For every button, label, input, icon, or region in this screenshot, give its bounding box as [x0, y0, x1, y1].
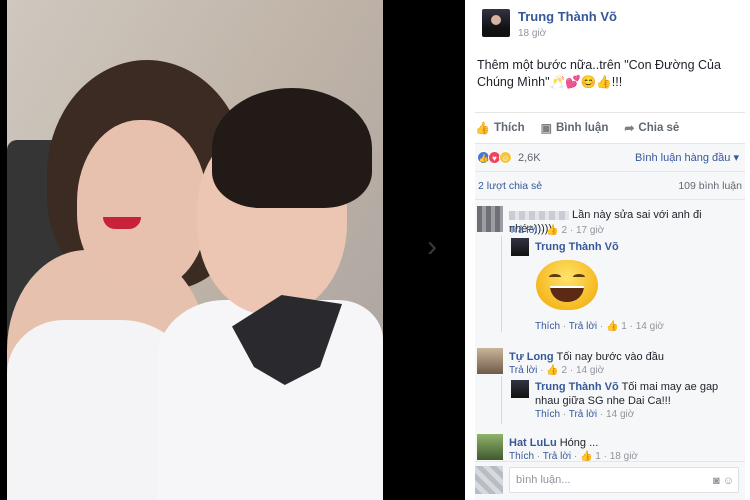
reply-author[interactable]: Trung Thành Võ: [535, 240, 619, 254]
comment-text: Hóng ...: [559, 437, 599, 449]
comment-sort-dropdown[interactable]: Bình luận hàng đầu ▾: [635, 151, 739, 164]
commenter-name[interactable]: Tự Long: [509, 351, 554, 363]
comment-time[interactable]: 14 giờ: [576, 365, 604, 376]
reply-item: Trung Thành Võ Tối mai may ae gap nhau g…: [511, 380, 741, 424]
post-caption: Thêm một bước nữa..trên "Con Đường Của C…: [477, 58, 721, 89]
chevron-down-icon: ▾: [733, 152, 739, 164]
comment-item: Lần này sửa sai với anh đi nhé=))))) Trả…: [477, 206, 743, 236]
reply-link[interactable]: Trả lời: [569, 409, 597, 420]
comment-item: Hat LuLu Hóng ... Thích · Trả lời · 👍 1 …: [477, 434, 743, 464]
reply-avatar[interactable]: [511, 238, 529, 256]
post-header: Trung Thành Võ 18 giờ: [482, 9, 617, 39]
reply-link[interactable]: Trả lời: [509, 365, 537, 376]
comment-text: Tối nay bước vào đầu: [556, 351, 665, 363]
post-time[interactable]: 18 giờ: [518, 28, 617, 39]
post-panel: Trung Thành Võ 18 giờ Thêm một bước nữa.…: [465, 0, 750, 500]
emoji-icon[interactable]: ☺: [723, 475, 734, 487]
reply-time[interactable]: 14 giờ: [606, 409, 634, 420]
speech-bubble-icon: ▣: [540, 120, 552, 135]
reply-avatar[interactable]: [511, 380, 529, 398]
post-actions: 👍 Thích ▣ Bình luận ➦ Chia sẻ: [475, 112, 745, 142]
sort-label: Bình luận hàng đầu: [634, 152, 731, 164]
author-avatar[interactable]: [482, 9, 510, 37]
reply-thread-line: [501, 236, 502, 332]
commenter-avatar[interactable]: [477, 434, 503, 460]
post-stats: 2 lượt chia sẻ 109 bình luận: [475, 171, 745, 199]
like-button[interactable]: 👍 Thích: [475, 121, 525, 135]
share-count[interactable]: 2 lượt chia sẻ: [478, 180, 542, 192]
like-label: Thích: [493, 121, 525, 134]
comment-input-placeholder: bình luận...: [516, 474, 571, 486]
reaction-count[interactable]: 2,6K: [518, 152, 541, 164]
camera-icon[interactable]: ◙: [713, 475, 720, 487]
comment-input[interactable]: bình luận... ◙ ☺: [509, 467, 739, 493]
author-name[interactable]: Trung Thành Võ: [518, 9, 617, 25]
commenter-name-blurred[interactable]: [509, 210, 569, 220]
current-user-avatar: [475, 466, 503, 494]
comment-like-count[interactable]: 2: [562, 365, 568, 376]
reply-thread-line: [501, 376, 502, 424]
share-button[interactable]: ➦ Chia sẻ: [624, 121, 679, 135]
commenter-avatar[interactable]: [477, 348, 503, 374]
like-count-icon[interactable]: 👍: [606, 321, 618, 332]
reply-author[interactable]: Trung Thành Võ: [535, 381, 619, 393]
comment-label: Bình luận: [555, 121, 609, 134]
haha-reaction-icon[interactable]: ☺: [499, 151, 512, 164]
big-smile-sticker: [536, 260, 598, 310]
share-arrow-icon: ➦: [624, 120, 635, 135]
comment-composer: bình luận... ◙ ☺: [475, 461, 745, 500]
reply-time[interactable]: 14 giờ: [636, 321, 664, 332]
thumb-up-icon: 👍: [475, 120, 490, 135]
comment-count[interactable]: 109 bình luận: [678, 180, 742, 192]
reply-like-count[interactable]: 1: [621, 321, 627, 332]
comment-like-count[interactable]: 2: [562, 225, 568, 236]
photo-viewer: ›: [0, 0, 465, 500]
comment-list: Lần này sửa sai với anh đi nhé=))))) Trả…: [475, 199, 745, 464]
reply-item: Trung Thành Võ Thích · Trả lời · 👍 1 · 1…: [511, 238, 741, 336]
reply-link[interactable]: Trả lời: [569, 321, 597, 332]
like-count-icon[interactable]: 👍: [546, 365, 558, 376]
like-link[interactable]: Thích: [535, 409, 560, 420]
comment-item: Tự Long Tối nay bước vào đầu Trả lời · 👍…: [477, 348, 743, 378]
reply-link[interactable]: Trả lời: [509, 225, 537, 236]
comment-button[interactable]: ▣ Bình luận: [541, 121, 609, 135]
commenter-name[interactable]: Hat LuLu: [509, 437, 557, 449]
like-link[interactable]: Thích: [535, 321, 560, 332]
share-label: Chia sẻ: [638, 121, 680, 134]
reaction-summary: 👍 ♥ ☺ 2,6K Bình luận hàng đầu ▾: [475, 143, 745, 171]
comment-time[interactable]: 17 giờ: [576, 225, 604, 236]
next-photo-icon[interactable]: ›: [427, 232, 437, 262]
post-photo[interactable]: [7, 0, 383, 500]
commenter-avatar[interactable]: [477, 206, 503, 232]
like-count-icon[interactable]: 👍: [546, 225, 558, 236]
